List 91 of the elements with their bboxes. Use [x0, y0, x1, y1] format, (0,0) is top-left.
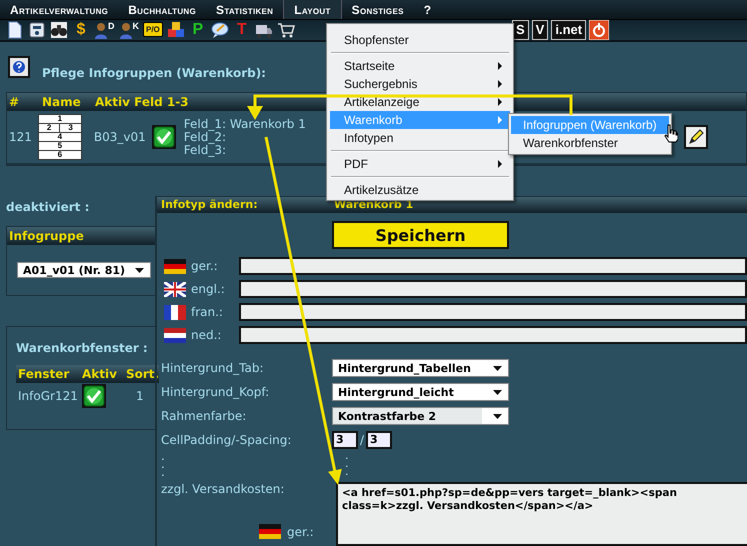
field-label: CellPadding/-Spacing: — [161, 433, 292, 447]
field-label: Hintergrund_Kopf: — [161, 385, 270, 399]
field-label: Rahmenfarbe: — [161, 409, 248, 423]
field-label: ger.: — [190, 259, 219, 273]
layout-cell-text: 2 — [46, 124, 52, 132]
field-label: ned.: — [190, 328, 222, 342]
panel-title: Infogruppe — [7, 227, 155, 245]
layout-cell: 3 — [59, 124, 81, 132]
layout-cell-text: 5 — [56, 142, 64, 150]
flag-icon — [164, 328, 186, 342]
cart-icon[interactable] — [276, 20, 295, 39]
select-field[interactable]: Kontrastfarbe 2 — [332, 407, 509, 425]
field-label: Hintergrund_Tab: — [161, 361, 265, 375]
toolbar-button[interactable]: i.net — [551, 20, 586, 40]
text-field[interactable] — [239, 303, 747, 321]
menu-item[interactable]: PDF — [330, 155, 510, 173]
speech-bubble-icon[interactable] — [210, 20, 229, 39]
caret-icon — [493, 366, 502, 370]
document-icon[interactable] — [6, 20, 24, 39]
number-field[interactable]: 3 — [366, 431, 392, 449]
field-label: engl.: — [190, 282, 226, 296]
table-cell-text: 121 — [8, 130, 32, 144]
menu-item[interactable]: Suchergebnis — [330, 75, 510, 93]
separator-text: / — [359, 433, 366, 447]
infogroup-select[interactable]: A01_v01 (Nr. 81) — [17, 262, 151, 278]
column-header: # — [8, 95, 20, 109]
panel-title: Warenkorbfenster : — [16, 341, 149, 355]
dot-mark: . — [345, 460, 348, 468]
panel-title: Infotyp ändern: — [160, 197, 259, 213]
caret-icon — [493, 390, 502, 394]
page-title: Pflege Infogruppen (Warenkorb): — [41, 66, 266, 80]
number-field[interactable]: 3 — [332, 431, 358, 449]
text-field[interactable] — [239, 280, 747, 298]
table-cell: B03_v01 — [94, 130, 146, 144]
menu-item[interactable]: Startseite — [330, 57, 510, 75]
select-field[interactable]: Hintergrund_Tabellen — [332, 359, 509, 377]
table-cell-text: 1 — [135, 388, 145, 405]
dot-mark: . — [161, 468, 166, 476]
hand-cursor-icon — [664, 124, 678, 143]
column-header: Sort. — [124, 365, 160, 383]
flag-icon — [259, 524, 281, 539]
letter-icon[interactable]: $ — [72, 20, 90, 39]
menu-item[interactable]: Artikelanzeige — [330, 93, 510, 111]
field-entry: Feld_1: Warenkorb 1 — [184, 118, 306, 130]
html-text-area[interactable]: <a href=s01.php?sp=de&pp=vers target=_blank><span class=k>zzgl. Versandkosten</span></a> — [336, 482, 747, 546]
checked-checkbox[interactable] — [152, 125, 176, 149]
field-label: fran.: — [190, 305, 224, 319]
column-header: Aktiv — [80, 365, 124, 383]
text-field[interactable] — [239, 326, 747, 344]
field-entry: Feld_3: — [184, 144, 228, 156]
po-box-icon[interactable]: P/O — [143, 22, 163, 38]
column-header: Fenster — [16, 365, 80, 383]
binoculars-icon[interactable] — [50, 20, 68, 39]
menu-item[interactable]: Sonstiges — [342, 0, 414, 19]
dot-mark: . — [345, 468, 348, 476]
flag-icon — [164, 282, 186, 296]
flag-icon — [164, 304, 186, 320]
menu-item[interactable]: Statistiken — [206, 0, 284, 19]
menu-item[interactable]: Artikelzusätze — [330, 181, 510, 199]
caret-icon — [135, 268, 144, 272]
menu-item[interactable]: Buchhaltung — [118, 0, 206, 19]
text-field[interactable] — [239, 257, 747, 275]
layout-cell-text: 6 — [56, 151, 64, 159]
table-cell-text: InfoGr121 — [17, 388, 79, 405]
field-label: zzgl. Versandkosten: — [161, 482, 286, 496]
caret-icon — [493, 414, 502, 418]
menu-item[interactable]: Infotypen — [330, 129, 510, 147]
menu-item[interactable]: Shopfenster — [330, 31, 510, 49]
dot-mark: . — [161, 452, 166, 460]
help-icon[interactable] — [8, 56, 30, 78]
menu-item[interactable]: Artikelverwaltung — [0, 0, 118, 19]
menu-item[interactable]: ? — [414, 0, 442, 19]
field-entry: Feld_2: — [184, 130, 228, 144]
pencil-icon[interactable] — [684, 125, 708, 149]
column-header: Aktiv Feld 1-3 — [95, 95, 189, 109]
dot-mark: . — [161, 460, 166, 468]
letter-icon[interactable]: P — [188, 20, 207, 39]
layout-cell-text: 1 — [56, 115, 64, 123]
menu-item[interactable]: Layout — [283, 0, 342, 19]
save-button[interactable]: Speichern — [332, 221, 509, 249]
checked-checkbox[interactable] — [82, 384, 106, 408]
column-header: Name — [42, 95, 82, 109]
section-label: deaktiviert : — [6, 200, 90, 214]
cubes-icon[interactable] — [166, 20, 185, 39]
field-label: ger.: — [287, 524, 314, 538]
dot-mark: . — [345, 452, 348, 460]
flag-icon — [164, 258, 186, 274]
select-field[interactable]: Hintergrund_leicht — [332, 383, 509, 401]
power-icon[interactable] — [589, 20, 610, 40]
toolbar-button[interactable]: V — [532, 20, 548, 40]
layout-cell-text: 4 — [56, 133, 64, 141]
